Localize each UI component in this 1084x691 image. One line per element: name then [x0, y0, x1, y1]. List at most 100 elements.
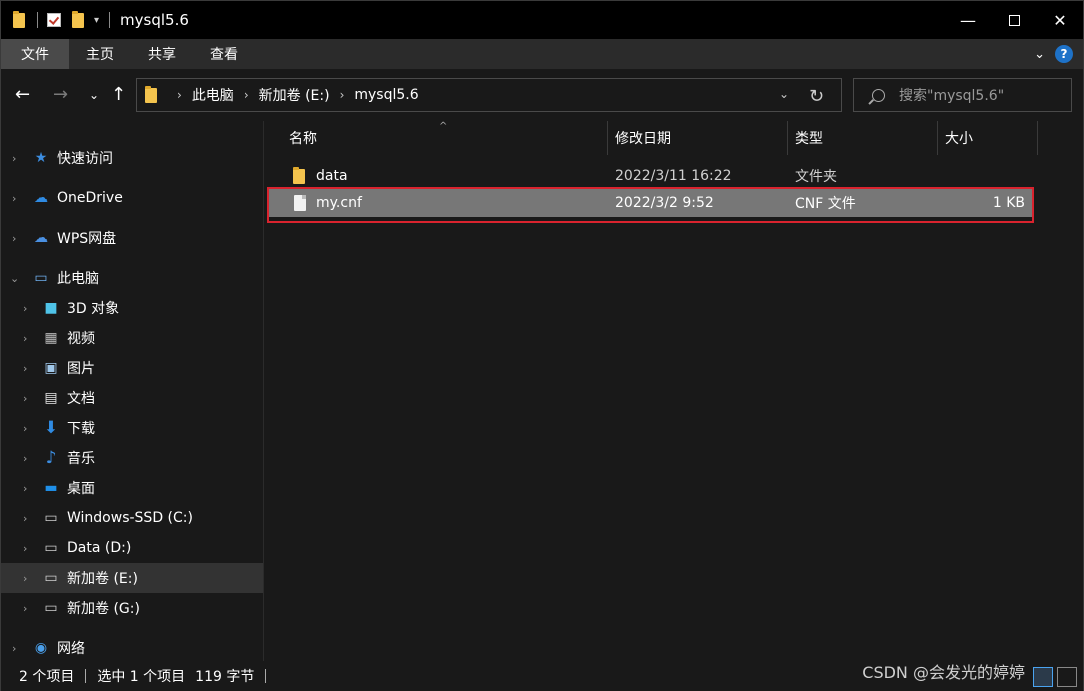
cloud-icon: ☁ [34, 190, 48, 206]
sidebar-item-3d-objects[interactable]: › ■ 3D 对象 [1, 293, 263, 323]
search-box[interactable]: 搜索"mysql5.6" [853, 78, 1072, 112]
pc-icon: ▭ [34, 270, 48, 286]
column-divider[interactable] [787, 121, 788, 155]
large-icons-view-icon[interactable] [1057, 667, 1077, 687]
column-header-type[interactable]: 类型 [795, 121, 823, 155]
column-header-size[interactable]: 大小 [945, 121, 973, 155]
ribbon-tabs: 文件 主页 共享 查看 ⌄ ? [1, 39, 1083, 69]
minimize-button[interactable]: — [945, 1, 991, 39]
window-title: mysql5.6 [120, 11, 189, 29]
quick-access-toolbar: ▾ mysql5.6 [1, 1, 189, 39]
breadcrumb-mysql[interactable]: mysql5.6 [354, 87, 418, 103]
chevron-right-icon[interactable]: › [23, 542, 27, 555]
chevron-right-icon[interactable]: › [23, 392, 27, 405]
sidebar-item-label: 下载 [67, 421, 95, 437]
help-icon[interactable]: ? [1055, 45, 1073, 63]
divider [85, 669, 87, 683]
breadcrumb-this-pc[interactable]: 此电脑 [192, 85, 234, 105]
tab-view[interactable]: 查看 [193, 39, 255, 69]
sidebar-item-drive-c[interactable]: › ▭ Windows-SSD (C:) [1, 503, 263, 533]
chevron-right-icon[interactable]: › [12, 232, 16, 245]
column-header-date[interactable]: 修改日期 [615, 121, 671, 155]
tab-file[interactable]: 文件 [1, 39, 69, 69]
address-bar[interactable]: › 此电脑 › 新加卷 (E:) › mysql5.6 ⌄ ↻ [136, 78, 842, 112]
chevron-right-icon[interactable]: › [23, 362, 27, 375]
column-divider[interactable] [607, 121, 608, 155]
file-date: 2022/3/11 16:22 [615, 168, 732, 184]
chevron-right-icon[interactable]: › [23, 422, 27, 435]
sidebar-item-label: WPS网盘 [57, 231, 117, 247]
sidebar-item-quick-access[interactable]: › ★ 快速访问 [1, 143, 263, 173]
table-row[interactable]: data 2022/3/11 16:22 文件夹 [269, 162, 1033, 190]
up-button[interactable]: ↑ [111, 83, 126, 107]
sidebar-item-label: 桌面 [67, 481, 95, 497]
chevron-right-icon[interactable]: › [23, 452, 27, 465]
sidebar-item-documents[interactable]: › ▤ 文档 [1, 383, 263, 413]
address-history-icon[interactable]: ⌄ [779, 87, 789, 101]
sidebar-item-pictures[interactable]: › ▣ 图片 [1, 353, 263, 383]
recent-locations-button[interactable]: ⌄ [89, 83, 99, 107]
music-icon: ♪ [45, 448, 57, 468]
chevron-right-icon[interactable]: › [12, 152, 16, 165]
chevron-right-icon[interactable]: › [177, 88, 182, 102]
sidebar-item-desktop[interactable]: › ▬ 桌面 [1, 473, 263, 503]
sidebar-item-drive-e[interactable]: › ▭ 新加卷 (E:) [1, 563, 263, 593]
arrow-right-icon: → [53, 84, 69, 105]
search-placeholder: 搜索"mysql5.6" [899, 88, 1005, 104]
tab-share[interactable]: 共享 [131, 39, 193, 69]
cube-icon: ■ [44, 300, 58, 316]
sidebar-item-drive-d[interactable]: › ▭ Data (D:) [1, 533, 263, 563]
forward-button[interactable]: → [53, 83, 68, 107]
chevron-right-icon[interactable]: › [23, 482, 27, 495]
sidebar-item-wps[interactable]: › ☁ WPS网盘 [1, 223, 263, 253]
properties-icon[interactable] [46, 12, 62, 28]
sidebar-item-label: 图片 [67, 361, 95, 377]
sidebar-item-this-pc[interactable]: ⌄ ▭ 此电脑 [1, 263, 263, 293]
expand-ribbon-icon[interactable]: ⌄ [1034, 47, 1045, 62]
folder-icon [145, 85, 157, 103]
chevron-down-icon[interactable]: ⌄ [10, 272, 19, 285]
close-icon: ✕ [1053, 10, 1067, 30]
sidebar-item-videos[interactable]: › ▦ 视频 [1, 323, 263, 353]
details-view-icon[interactable] [1033, 667, 1053, 687]
wps-cloud-icon: ☁ [34, 230, 48, 246]
back-button[interactable]: ← [15, 83, 30, 107]
selection-count: 选中 1 个项目 [97, 669, 186, 685]
sidebar-item-onedrive[interactable]: › ☁ OneDrive [1, 183, 263, 213]
sidebar-item-label: Windows-SSD (C:) [67, 510, 193, 526]
customize-toolbar-icon[interactable]: ▾ [94, 15, 99, 26]
column-header-name[interactable]: 名称 [289, 121, 317, 155]
network-icon: ◉ [34, 640, 48, 656]
chevron-right-icon[interactable]: › [23, 572, 27, 585]
chevron-right-icon[interactable]: › [244, 88, 249, 102]
column-divider[interactable] [1037, 121, 1038, 155]
annotation-highlight [267, 187, 1034, 223]
file-type: 文件夹 [795, 169, 837, 185]
new-folder-icon[interactable] [70, 10, 86, 28]
chevron-right-icon[interactable]: › [23, 332, 27, 345]
breadcrumb-drive-e[interactable]: 新加卷 (E:) [259, 85, 330, 105]
sort-ascending-icon: ^ [439, 121, 448, 132]
close-button[interactable]: ✕ [1037, 1, 1083, 39]
sidebar-item-label: Data (D:) [67, 540, 132, 556]
chevron-right-icon[interactable]: › [12, 192, 16, 205]
folder-icon [11, 10, 27, 28]
explorer-window: ▾ mysql5.6 — ✕ 文件 主页 共享 查看 ⌄ ? ← → ⌄ ↑ ›… [0, 0, 1084, 691]
column-divider[interactable] [937, 121, 938, 155]
drive-icon: ▭ [44, 600, 58, 616]
sidebar-item-drive-g[interactable]: › ▭ 新加卷 (G:) [1, 593, 263, 623]
sidebar-item-downloads[interactable]: › ⬇ 下载 [1, 413, 263, 443]
chevron-right-icon[interactable]: › [23, 602, 27, 615]
sidebar-item-music[interactable]: › ♪ 音乐 [1, 443, 263, 473]
chevron-down-icon: ⌄ [89, 88, 100, 102]
chevron-right-icon[interactable]: › [340, 88, 345, 102]
chevron-right-icon[interactable]: › [23, 512, 27, 525]
maximize-button[interactable] [991, 1, 1037, 39]
refresh-icon[interactable]: ↻ [799, 84, 833, 108]
chevron-right-icon[interactable]: › [12, 642, 16, 655]
drive-icon: ▭ [44, 540, 58, 556]
chevron-right-icon[interactable]: › [23, 302, 27, 315]
tab-home[interactable]: 主页 [69, 39, 131, 69]
divider [37, 12, 38, 28]
sidebar-item-network[interactable]: › ◉ 网络 [1, 633, 263, 663]
